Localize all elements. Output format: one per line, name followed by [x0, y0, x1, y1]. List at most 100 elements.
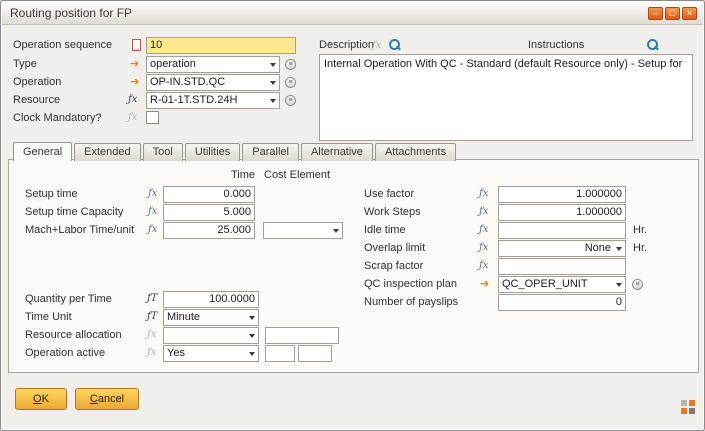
number-of-payslips-label: Number of payslips — [364, 294, 458, 311]
resource-value: R-01-1T.STD.24H — [150, 94, 237, 106]
work-steps-label: Work Steps — [364, 204, 421, 221]
formula-icon: ƒx — [479, 241, 488, 255]
qc-inspection-plan-dropdown[interactable]: QC_OPER_UNIT — [498, 276, 626, 293]
type-dropdown[interactable]: operation — [146, 56, 280, 73]
operation-active-dropdown[interactable]: Yes — [163, 345, 259, 362]
overlap-limit-unit: Hr. — [633, 241, 647, 256]
dropdown-arrow-icon[interactable] — [616, 247, 622, 251]
number-of-payslips-input[interactable]: 0 — [498, 294, 626, 311]
maximize-button[interactable]: □ — [665, 7, 680, 20]
clock-mandatory-label: Clock Mandatory? — [13, 110, 102, 127]
type-label: Type — [13, 56, 37, 73]
operation-sequence-input[interactable]: 10 — [146, 37, 296, 54]
instructions-label: Instructions — [528, 37, 584, 54]
edit-icon[interactable] — [132, 39, 141, 51]
mach-labor-time-input[interactable]: 25.000 — [163, 222, 255, 239]
setup-time-label: Setup time — [25, 186, 78, 203]
resource-allocation-extra-input[interactable] — [265, 327, 339, 344]
scrap-factor-label: Scrap factor — [364, 258, 423, 275]
description-label: Description — [319, 37, 374, 54]
expand-editor-icon[interactable] — [389, 39, 402, 52]
work-steps-input[interactable]: 1.000000 — [498, 204, 626, 221]
overlap-limit-dropdown[interactable]: None — [498, 240, 626, 257]
title-bar[interactable]: Routing position for FP – □ × — [2, 2, 703, 25]
tab-utilities[interactable]: Utilities — [185, 143, 240, 161]
scrap-factor-input[interactable] — [498, 258, 626, 275]
dropdown-arrow-icon[interactable] — [270, 63, 276, 67]
resize-grip-icon[interactable] — [681, 400, 696, 415]
resource-label: Resource — [13, 92, 60, 109]
formula-icon: ƒx — [479, 187, 488, 201]
use-factor-label: Use factor — [364, 186, 414, 203]
setup-time-capacity-label: Setup time Capacity — [25, 204, 123, 221]
link-arrow-icon[interactable]: ➔ — [130, 56, 139, 71]
setup-time-capacity-input[interactable]: 5.000 — [163, 204, 255, 221]
resource-allocation-dropdown[interactable] — [163, 327, 259, 344]
resource-allocation-label: Resource allocation — [25, 327, 122, 344]
formula-icon: ƒx — [147, 346, 156, 360]
ok-button[interactable]: OK — [15, 388, 67, 410]
window-title: Routing position for FP — [10, 6, 132, 20]
operation-active-to-input[interactable] — [298, 345, 332, 362]
time-unit-value: Minute — [167, 311, 200, 323]
tab-alternative[interactable]: Alternative — [301, 143, 373, 161]
tab-attachments[interactable]: Attachments — [375, 143, 456, 161]
operation-active-label: Operation active — [25, 345, 105, 362]
setup-time-input[interactable]: 0.000 — [163, 186, 255, 203]
quantity-per-time-input[interactable]: 100.0000 — [163, 291, 259, 308]
formula-icon: ƒx — [479, 223, 488, 237]
link-arrow-icon[interactable]: ➔ — [130, 74, 139, 89]
routing-position-window: Routing position for FP – □ × Operation … — [0, 0, 705, 431]
dropdown-arrow-icon[interactable] — [249, 334, 255, 338]
operation-sequence-label: Operation sequence — [13, 37, 112, 54]
clock-mandatory-checkbox[interactable] — [146, 111, 159, 124]
operation-value: OP-IN.STD.QC — [150, 76, 225, 88]
formula-icon: ƒx — [128, 93, 137, 107]
mach-labor-time-label: Mach+Labor Time/unit — [25, 222, 134, 239]
operation-label: Operation — [13, 74, 61, 91]
tab-extended[interactable]: Extended — [74, 143, 140, 161]
resource-dropdown[interactable]: R-01-1T.STD.24H — [146, 92, 280, 109]
use-factor-input[interactable]: 1.000000 — [498, 186, 626, 203]
formula-icon: ƒx — [148, 205, 157, 219]
dropdown-arrow-icon[interactable] — [616, 283, 622, 287]
tab-tool[interactable]: Tool — [143, 143, 183, 161]
expand-editor-icon[interactable] — [647, 39, 660, 52]
tab-general[interactable]: General — [13, 142, 72, 161]
cancel-button[interactable]: Cancel — [75, 388, 139, 410]
formula-t-icon: ƒT — [147, 310, 157, 324]
tab-bar: General Extended Tool Utilities Parallel… — [13, 141, 458, 161]
dropdown-arrow-icon[interactable] — [249, 316, 255, 320]
qc-inspection-options-icon[interactable]: ≡ — [632, 279, 643, 290]
operation-options-icon[interactable]: ≡ — [285, 77, 296, 88]
window-controls: – □ × — [648, 7, 697, 20]
formula-icon: ƒx — [148, 223, 157, 237]
description-textarea[interactable]: Internal Operation With QC - Standard (d… — [319, 54, 693, 141]
formula-icon: ƒx — [479, 259, 488, 273]
qc-inspection-plan-value: QC_OPER_UNIT — [502, 278, 588, 290]
overlap-limit-value: None — [585, 242, 611, 254]
quantity-per-time-label: Quantity per Time — [25, 291, 112, 308]
formula-icon: ƒx — [147, 328, 156, 342]
type-options-icon[interactable]: ≡ — [285, 59, 296, 70]
minimize-button[interactable]: – — [648, 7, 663, 20]
dropdown-arrow-icon[interactable] — [270, 81, 276, 85]
operation-dropdown[interactable]: OP-IN.STD.QC — [146, 74, 280, 91]
dropdown-arrow-icon[interactable] — [270, 99, 276, 103]
type-value: operation — [150, 58, 196, 70]
link-arrow-icon[interactable]: ➔ — [480, 276, 489, 291]
idle-time-input[interactable] — [498, 222, 626, 239]
resource-options-icon[interactable]: ≡ — [285, 95, 296, 106]
dropdown-arrow-icon[interactable] — [333, 229, 339, 233]
time-unit-label: Time Unit — [25, 309, 72, 326]
operation-active-from-input[interactable] — [265, 345, 295, 362]
tab-parallel[interactable]: Parallel — [242, 143, 299, 161]
time-unit-dropdown[interactable]: Minute — [163, 309, 259, 326]
cost-element-dropdown[interactable] — [263, 222, 343, 239]
formula-icon: ƒx — [372, 39, 381, 53]
formula-icon: ƒx — [128, 111, 137, 125]
formula-icon: ƒx — [148, 187, 157, 201]
close-button[interactable]: × — [682, 7, 697, 20]
qc-inspection-plan-label: QC inspection plan — [364, 276, 457, 293]
dropdown-arrow-icon[interactable] — [249, 352, 255, 356]
